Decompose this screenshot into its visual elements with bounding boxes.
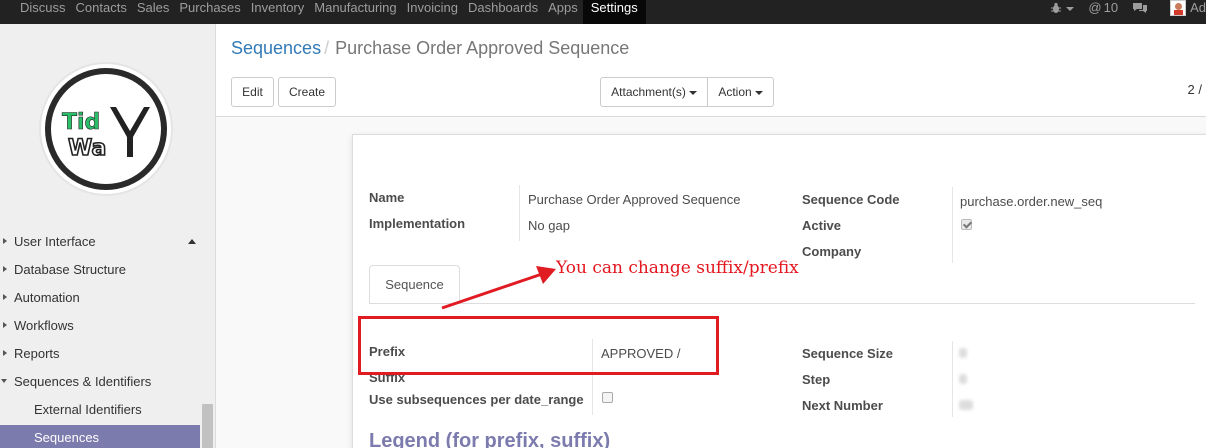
annotation-arrow-icon [441,266,556,310]
menu-invoicing[interactable]: Invoicing [402,0,463,24]
menu-inventory[interactable]: Inventory [246,0,309,24]
caret-right-icon [3,294,7,300]
bug-icon [1051,2,1062,13]
breadcrumb-sequences-link[interactable]: Sequences [231,38,321,58]
next-number-field[interactable] [959,400,973,410]
sidebar-item-label: Database Structure [14,262,127,277]
field-divider [519,185,520,241]
chevron-down-icon [754,90,763,95]
menu-contacts[interactable]: Contacts [71,0,132,24]
active-label: Active [802,218,842,233]
annotation-text: You can change suffix/prefix [556,258,799,278]
edit-button[interactable]: Edit [231,77,274,107]
field-divider [952,341,953,417]
avatar [1170,0,1187,16]
attachments-button-label: Attachment(s) [611,85,686,99]
sidebar-item-label: Automation [14,290,80,305]
svg-text:Wa: Wa [68,136,106,161]
svg-text:Tid: Tid [62,110,100,135]
sidebar-item-user-interface[interactable]: User Interface [0,229,200,257]
pager[interactable]: 2 / [1188,82,1202,97]
company-label: Company [802,244,862,259]
top-menu: Discuss Contacts Sales Purchases Invento… [0,0,646,24]
implementation-field[interactable]: No gap [528,218,570,233]
menu-sales[interactable]: Sales [132,0,175,24]
sidebar-item-label: Workflows [14,318,74,333]
step-label: Step [802,372,831,387]
implementation-label: Implementation [369,216,466,231]
user-menu[interactable]: Ad [1170,0,1206,16]
sidebar-item-workflows[interactable]: Workflows [0,313,200,341]
sequence-size-field[interactable] [959,348,967,358]
menu-purchases[interactable]: Purchases [174,0,245,24]
create-button-label: Create [288,85,326,99]
top-right-tray: @ 10 Ad [1036,0,1206,24]
caret-right-icon [3,322,7,328]
next-number-label: Next Number [802,398,883,413]
highlight-box [358,316,719,375]
action-button[interactable]: Action [707,77,774,107]
legend-heading: Legend (for prefix, suffix) [369,430,611,448]
name-label: Name [369,190,405,205]
breadcrumb-separator: / [324,38,330,58]
chat-icon [1133,3,1148,13]
at-icon: @ [1088,0,1102,15]
menu-dashboards[interactable]: Dashboards [463,0,543,24]
scroll-up-icon[interactable] [188,239,196,244]
sidebar-item-database-structure[interactable]: Database Structure [0,257,200,285]
active-checkbox[interactable] [961,219,972,230]
chevron-down-icon [688,90,697,95]
sidebar-item-label: User Interface [14,234,96,249]
chat-button[interactable] [1132,0,1148,14]
sidebar-item-label: Reports [14,346,60,361]
top-navbar: Discuss Contacts Sales Purchases Invento… [0,0,1206,24]
attachments-button[interactable]: Attachment(s) [600,77,708,107]
caret-right-icon [3,350,7,356]
breadcrumb-current: Purchase Order Approved Sequence [335,38,630,58]
menu-apps[interactable]: Apps [543,0,583,24]
user-name: Ad [1190,0,1206,15]
sidebar-item-sequences[interactable]: Sequences [0,425,200,448]
field-divider [952,187,953,263]
subsequences-label: Use subsequences per date_range [369,392,584,407]
sidebar-item-label: Sequences & Identifiers [14,374,152,389]
breadcrumb: Sequences / Purchase Order Approved Sequen… [231,38,629,58]
form-view: Name Purchase Order Approved Sequence Im… [216,117,1206,448]
mentions-count: 10 [1103,0,1119,15]
caret-down-icon [1,379,7,383]
sidebar-item-sequences-identifiers[interactable]: Sequences & Identifiers [0,369,200,397]
chevron-down-icon [1066,7,1075,11]
menu-discuss[interactable]: Discuss [0,0,71,24]
sequence-size-label: Sequence Size [802,346,894,361]
mentions-counter[interactable]: @ 10 [1088,0,1118,16]
action-button-label: Action [718,85,752,99]
name-field[interactable]: Purchase Order Approved Sequence [528,192,740,207]
settings-menu: User Interface Database Structure Automa… [0,229,200,448]
company-logo: Tid Wa [38,61,174,197]
menu-settings[interactable]: Settings [582,0,646,24]
sequence-code-label: Sequence Code [802,192,900,207]
create-button[interactable]: Create [278,77,336,107]
subsequences-checkbox[interactable] [602,392,613,403]
sidebar-item-reports[interactable]: Reports [0,341,200,369]
step-field[interactable] [959,374,967,384]
sidebar-item-external-identifiers[interactable]: External Identifiers [0,397,200,425]
edit-button-label: Edit [242,85,263,99]
caret-right-icon [3,238,7,244]
sidebar-item-label: External Identifiers [34,402,142,417]
caret-right-icon [3,266,7,272]
control-panel: Sequences / Purchase Order Approved Sequen… [216,24,1206,117]
sidebar-item-automation[interactable]: Automation [0,285,200,313]
sidebar-scrollbar[interactable] [202,404,213,448]
left-sidebar: Tid Wa User Interface Database Structure… [0,24,216,448]
menu-manufacturing[interactable]: Manufacturing [309,0,401,24]
sequence-code-field[interactable]: purchase.order.new_seq [960,194,1102,209]
sidebar-item-label: Sequences [34,430,100,445]
debug-menu[interactable] [1050,0,1075,14]
